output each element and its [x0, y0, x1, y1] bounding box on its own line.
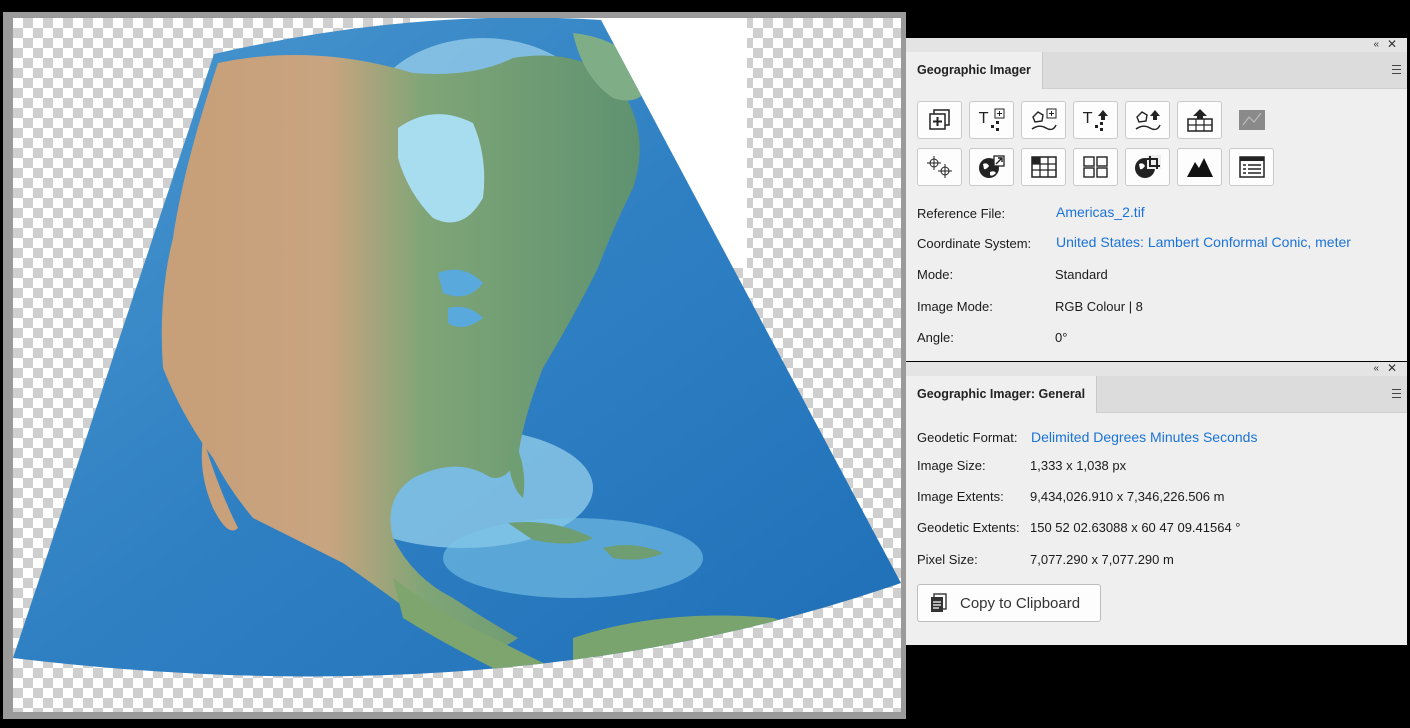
image-size-label: Image Size: — [917, 458, 986, 473]
map-canvas[interactable] — [13, 18, 901, 712]
image-size-row: Image Size: 1,333 x 1,038 px — [917, 458, 1126, 473]
coordinate-system-label: Coordinate System: — [917, 236, 1032, 251]
disabled-map-icon — [1238, 110, 1265, 130]
mode-row: Mode: Standard — [917, 267, 1108, 282]
geodetic-format-row: Geodetic Format: Delimited Degrees Minut… — [917, 429, 1257, 445]
disabled-map-button — [1229, 101, 1274, 139]
coordinate-points-icon — [926, 156, 952, 178]
geographic-imager-general-panel: « ✕ Geographic Imager: General Geodetic … — [906, 361, 1407, 645]
tab-geographic-imager[interactable]: Geographic Imager — [906, 52, 1043, 89]
reference-file-row: Reference File: Americas_2.tif — [917, 204, 1145, 221]
copy-to-clipboard-button[interactable]: Copy to Clipboard — [917, 584, 1101, 622]
add-shape-points-button[interactable] — [1021, 101, 1066, 139]
angle-row: Angle: 0° — [917, 330, 1067, 345]
new-georeference-button[interactable] — [917, 101, 962, 139]
collapse-panel-icon[interactable]: « — [1373, 38, 1379, 52]
pixel-size-label: Pixel Size: — [917, 552, 978, 567]
pixel-size-row: Pixel Size: 7,077.290 x 7,077.290 m — [917, 552, 1174, 567]
terrain-icon — [1186, 158, 1213, 177]
tile-grid-icon — [1030, 156, 1057, 178]
globe-crop-button[interactable] — [1125, 148, 1170, 186]
export-icon — [1186, 109, 1213, 132]
add-text-points-button[interactable]: T — [969, 101, 1014, 139]
reference-file-label: Reference File: — [917, 206, 1006, 221]
terrain-button[interactable] — [1177, 148, 1222, 186]
import-shape-points-icon — [1135, 110, 1161, 131]
panel-menu-icon[interactable] — [1392, 389, 1401, 398]
add-shape-points-icon — [1031, 108, 1057, 131]
export-button[interactable] — [1177, 101, 1222, 139]
image-extents-row: Image Extents: 9,434,026.910 x 7,346,226… — [917, 489, 1224, 504]
image-extents-label: Image Extents: — [917, 489, 1004, 504]
svg-text:T: T — [1082, 109, 1093, 127]
pixel-size-value: 7,077.290 x 7,077.290 m — [1030, 552, 1174, 567]
globe-crop-icon — [1134, 155, 1161, 178]
angle-label: Angle: — [917, 330, 954, 345]
panel-tab-row: Geographic Imager — [906, 52, 1407, 89]
clipboard-icon — [931, 593, 947, 612]
coordinate-system-link[interactable]: United States: Lambert Conformal Conic, … — [1056, 234, 1351, 250]
geodetic-extents-value: 150 52 02.63088 x 60 47 09.41564 ° — [1030, 520, 1241, 535]
geodetic-format-label: Geodetic Format: — [917, 430, 1018, 445]
image-extents-value: 9,434,026.910 x 7,346,226.506 m — [1030, 489, 1225, 504]
coordinate-system-row: Coordinate System: United States: Lamber… — [917, 234, 1351, 251]
collapse-panel-icon[interactable]: « — [1373, 362, 1379, 376]
close-panel-icon[interactable]: ✕ — [1387, 37, 1397, 51]
mosaic-icon — [1082, 156, 1108, 178]
geodetic-format-link[interactable]: Delimited Degrees Minutes Seconds — [1031, 429, 1257, 445]
svg-text:T: T — [978, 109, 989, 127]
image-size-value: 1,333 x 1,038 px — [1030, 458, 1127, 473]
panel-tab-row: Geographic Imager: General — [906, 376, 1407, 413]
add-text-points-icon: T — [978, 108, 1004, 131]
projected-map-image — [13, 18, 901, 677]
copy-to-clipboard-label: Copy to Clipboard — [960, 594, 1081, 612]
new-georeference-icon — [928, 109, 950, 130]
angle-value: 0° — [1055, 330, 1068, 345]
mosaic-button[interactable] — [1073, 148, 1118, 186]
image-mode-label: Image Mode: — [917, 299, 993, 314]
reference-file-link[interactable]: Americas_2.tif — [1056, 204, 1145, 220]
geodetic-extents-row: Geodetic Extents: 150 52 02.63088 x 60 4… — [917, 520, 1241, 535]
geographic-imager-panel: « ✕ Geographic Imager T T Reference File… — [906, 37, 1407, 361]
table-button[interactable] — [1229, 148, 1274, 186]
panel-header-bar: « ✕ — [906, 361, 1407, 376]
mode-value: Standard — [1055, 267, 1108, 282]
close-panel-icon[interactable]: ✕ — [1387, 361, 1397, 375]
panel-menu-icon[interactable] — [1392, 65, 1401, 74]
tile-grid-button[interactable] — [1021, 148, 1066, 186]
import-text-points-icon: T — [1082, 109, 1108, 131]
mode-label: Mode: — [917, 267, 954, 282]
image-mode-row: Image Mode: RGB Colour | 8 — [917, 299, 1143, 314]
tab-geographic-imager-general[interactable]: Geographic Imager: General — [906, 376, 1098, 413]
geodetic-extents-label: Geodetic Extents: — [917, 520, 1020, 535]
transform-button[interactable] — [969, 148, 1014, 186]
table-icon — [1238, 156, 1265, 178]
import-shape-points-button[interactable] — [1125, 101, 1170, 139]
import-text-points-button[interactable]: T — [1073, 101, 1118, 139]
image-mode-value: RGB Colour | 8 — [1055, 299, 1143, 314]
panel-header-bar: « ✕ — [906, 37, 1407, 52]
transform-globe-icon — [978, 155, 1005, 178]
document-canvas-frame — [3, 12, 906, 719]
coordinate-points-button[interactable] — [917, 148, 962, 186]
